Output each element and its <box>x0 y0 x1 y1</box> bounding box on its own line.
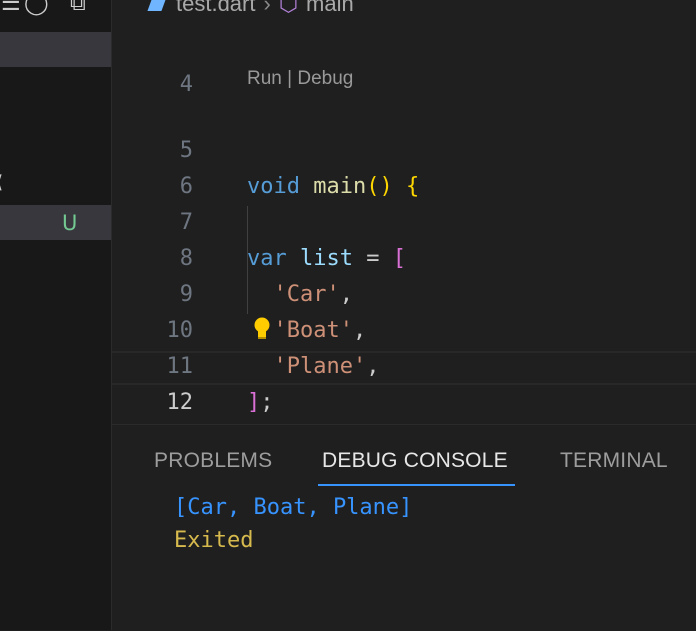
dart-file-icon <box>147 0 167 12</box>
filter-icon[interactable]: ☰ <box>1 0 21 14</box>
code-line: 13 <box>112 385 696 421</box>
circle-icon[interactable]: ◯ <box>24 0 49 14</box>
active-tab-indicator <box>318 484 515 486</box>
code-line: 12 print(list); <box>112 349 696 415</box>
code-editor[interactable]: test.dart › ⬡ main Run | Debug 4 5 void mai… <box>112 0 696 424</box>
breadcrumb: test.dart › ⬡ main <box>147 0 354 17</box>
tree-twistie-icon[interactable]: ⟨ <box>0 172 3 193</box>
chevron-right-icon: › <box>263 0 271 17</box>
breadcrumb-file[interactable]: test.dart <box>176 0 255 16</box>
breadcrumb-symbol[interactable]: main <box>306 0 354 16</box>
tab-debug-console[interactable]: DEBUG CONSOLE <box>322 449 508 473</box>
console-exit-line: Exited <box>174 528 254 553</box>
code-line: 10 'Plane', <box>112 277 696 379</box>
collapse-icon[interactable]: ⧉ <box>70 0 86 14</box>
sidebar-selected-row[interactable] <box>0 32 111 67</box>
code-line: 9 'Boat', <box>112 241 696 343</box>
tab-terminal[interactable]: TERMINAL <box>560 449 668 473</box>
tab-problems[interactable]: PROBLEMS <box>154 449 272 473</box>
code-line: 4 <box>112 31 696 97</box>
untracked-badge: U <box>62 211 78 235</box>
code-line: 5 void main() { <box>112 97 696 199</box>
console-output-line: [Car, Boat, Plane] <box>174 495 413 520</box>
bottom-panel: PROBLEMS DEBUG CONSOLE TERMINAL [Car, Bo… <box>112 424 696 631</box>
explorer-sidebar: ☰ ◯ ⧉ ⟨ U <box>0 0 112 630</box>
code-line: 11 ]; <box>112 313 696 415</box>
lightbulb-icon[interactable] <box>253 317 271 341</box>
method-cube-icon: ⬡ <box>278 0 299 17</box>
code-line: 7 var list = [ <box>112 169 696 271</box>
codelens-run-debug[interactable]: Run | Debug <box>247 68 353 90</box>
code-line: 6 <box>112 133 696 199</box>
code-line: 8 'Car', <box>112 205 696 307</box>
sidebar-item-test-dart[interactable] <box>0 205 111 240</box>
